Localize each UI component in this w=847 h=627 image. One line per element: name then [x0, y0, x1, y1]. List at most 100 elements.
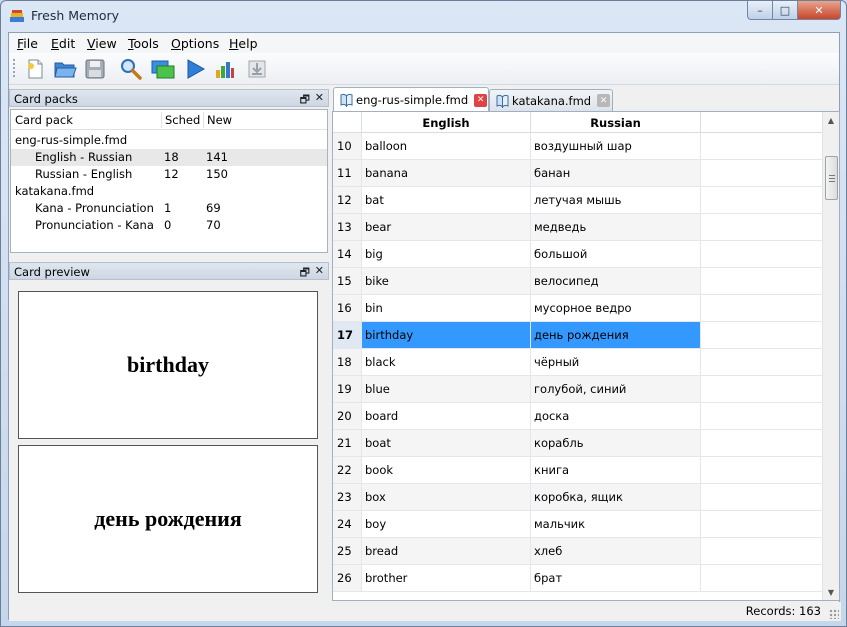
table-row[interactable]: 22 book книга [333, 457, 823, 484]
study-window-button[interactable] [150, 56, 176, 82]
english-cell[interactable]: bike [362, 268, 531, 295]
row-number[interactable]: 11 [333, 160, 362, 187]
english-cell[interactable]: bear [362, 214, 531, 241]
english-cell[interactable]: balloon [362, 133, 531, 160]
menu-tools[interactable]: Tools [128, 36, 159, 51]
table-row[interactable]: 23 box коробка, ящик [333, 484, 823, 511]
tree-row[interactable]: Russian - English 12 150 [11, 166, 327, 183]
english-cell[interactable]: bin [362, 295, 531, 322]
table-row[interactable]: 13 bear медведь [333, 214, 823, 241]
table-row[interactable]: 16 bin мусорное ведро [333, 295, 823, 322]
russian-cell[interactable]: банан [531, 160, 701, 187]
russian-cell[interactable]: голубой, синий [531, 376, 701, 403]
maximize-button[interactable]: □ [772, 1, 798, 20]
row-number[interactable]: 12 [333, 187, 362, 214]
scroll-down-icon[interactable]: ▼ [823, 584, 839, 600]
toolbar-grip[interactable] [13, 59, 15, 79]
row-number[interactable]: 19 [333, 376, 362, 403]
card-preview-titlebar[interactable]: Card preview 🗗 ✕ [9, 262, 329, 280]
start-study-button[interactable] [182, 56, 208, 82]
header-english[interactable]: English [362, 112, 531, 133]
english-cell[interactable]: birthday [362, 322, 531, 349]
russian-cell[interactable]: хлеб [531, 538, 701, 565]
statistics-button[interactable] [212, 56, 238, 82]
table-row[interactable]: 20 board доска [333, 403, 823, 430]
tree-row[interactable]: English - Russian 18 141 [11, 149, 327, 166]
close-button[interactable]: ✕ [797, 1, 841, 20]
tree-row[interactable]: Kana - Pronunciation 1 69 [11, 200, 327, 217]
english-cell[interactable]: blue [362, 376, 531, 403]
header-sched[interactable]: Sched [165, 113, 200, 127]
tab-eng-rus-simple[interactable]: eng-rus-simple.fmd ✕ [333, 87, 489, 112]
russian-cell[interactable]: доска [531, 403, 701, 430]
row-number[interactable]: 14 [333, 241, 362, 268]
row-number[interactable]: 10 [333, 133, 362, 160]
header-card-pack[interactable]: Card pack [15, 113, 73, 127]
save-button[interactable] [82, 56, 108, 82]
menu-file[interactable]: File [17, 36, 38, 51]
header-row-number[interactable] [333, 112, 362, 133]
row-number[interactable]: 26 [333, 565, 362, 592]
english-cell[interactable]: board [362, 403, 531, 430]
menu-options[interactable]: Options [171, 36, 219, 51]
russian-cell[interactable]: воздушный шар [531, 133, 701, 160]
resize-grip[interactable] [829, 609, 839, 619]
open-file-button[interactable] [52, 56, 78, 82]
tab-close-icon[interactable]: ✕ [597, 94, 611, 107]
row-number[interactable]: 15 [333, 268, 362, 295]
english-cell[interactable]: bat [362, 187, 531, 214]
table-row[interactable]: 10 balloon воздушный шар [333, 133, 823, 160]
import-button[interactable] [244, 56, 270, 82]
table-row[interactable]: 25 bread хлеб [333, 538, 823, 565]
card-packs-titlebar[interactable]: Card packs 🗗 ✕ [9, 89, 329, 107]
russian-cell[interactable]: большой [531, 241, 701, 268]
russian-cell[interactable]: мусорное ведро [531, 295, 701, 322]
table-row[interactable]: 14 big большой [333, 241, 823, 268]
minimize-button[interactable]: – [747, 1, 773, 20]
russian-cell[interactable]: день рождения [531, 322, 701, 349]
row-number[interactable]: 18 [333, 349, 362, 376]
card-preview-float-icon[interactable]: 🗗 [300, 264, 310, 283]
table-row[interactable]: 12 bat летучая мышь [333, 187, 823, 214]
row-number[interactable]: 25 [333, 538, 362, 565]
english-cell[interactable]: bread [362, 538, 531, 565]
row-number[interactable]: 17 [333, 322, 362, 349]
row-number[interactable]: 24 [333, 511, 362, 538]
english-cell[interactable]: box [362, 484, 531, 511]
header-russian[interactable]: Russian [531, 112, 701, 133]
russian-cell[interactable]: медведь [531, 214, 701, 241]
table-row[interactable]: 18 black чёрный [333, 349, 823, 376]
card-preview-close-icon[interactable]: ✕ [315, 264, 324, 277]
new-file-button[interactable] [22, 56, 48, 82]
tree-row[interactable]: katakana.fmd [11, 183, 327, 200]
tab-katakana[interactable]: katakana.fmd ✕ [489, 89, 613, 111]
english-cell[interactable]: book [362, 457, 531, 484]
russian-cell[interactable]: велосипед [531, 268, 701, 295]
russian-cell[interactable]: книга [531, 457, 701, 484]
menu-view[interactable]: View [87, 36, 117, 51]
row-number[interactable]: 16 [333, 295, 362, 322]
russian-cell[interactable]: брат [531, 565, 701, 592]
title-bar[interactable]: Fresh Memory – □ ✕ [1, 1, 846, 32]
search-button[interactable] [118, 56, 144, 82]
table-row[interactable]: 11 banana банан [333, 160, 823, 187]
header-new[interactable]: New [207, 113, 232, 127]
scroll-thumb[interactable] [825, 156, 838, 200]
english-cell[interactable]: brother [362, 565, 531, 592]
english-cell[interactable]: black [362, 349, 531, 376]
english-cell[interactable]: banana [362, 160, 531, 187]
table-row[interactable]: 15 bike велосипед [333, 268, 823, 295]
table-row[interactable]: 26 brother брат [333, 565, 823, 592]
scroll-up-icon[interactable]: ▲ [823, 112, 839, 128]
table-row[interactable]: 19 blue голубой, синий [333, 376, 823, 403]
row-number[interactable]: 13 [333, 214, 362, 241]
russian-cell[interactable]: летучая мышь [531, 187, 701, 214]
row-number[interactable]: 22 [333, 457, 362, 484]
tree-row[interactable]: eng-rus-simple.fmd [11, 132, 327, 149]
row-number[interactable]: 21 [333, 430, 362, 457]
table-row[interactable]: 24 boy мальчик [333, 511, 823, 538]
tree-row[interactable]: Pronunciation - Kana 0 70 [11, 217, 327, 234]
vertical-scrollbar[interactable]: ▲ ▼ [822, 112, 839, 600]
card-packs-close-icon[interactable]: ✕ [315, 91, 324, 104]
russian-cell[interactable]: коробка, ящик [531, 484, 701, 511]
